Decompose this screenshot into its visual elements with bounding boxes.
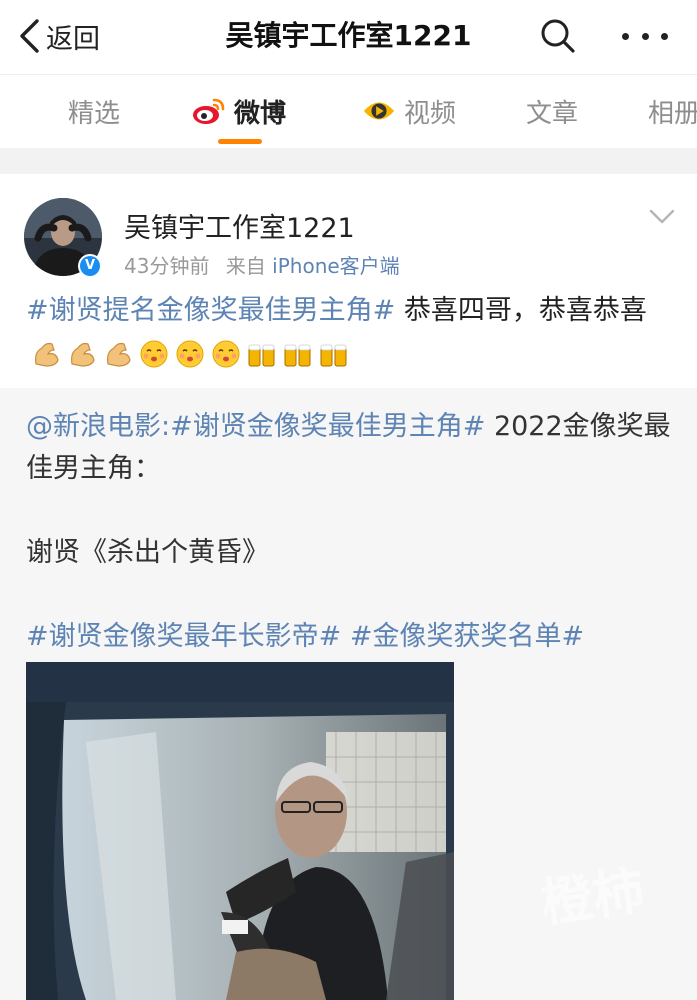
flex-icon <box>71 342 95 367</box>
emoji-row <box>30 338 354 370</box>
flex-icon <box>35 342 59 367</box>
author-name[interactable]: 吴镇宇工作室1221 <box>124 206 355 245</box>
tab-label: 相册 <box>648 98 697 129</box>
weibo-detail-screen: 返回 吴镇宇工作室1221 精选 微博 视频 文章 相册 V 吴镇宇工作室122… <box>0 0 697 1000</box>
video-eye-icon <box>363 102 395 120</box>
tab-label: 文章 <box>526 98 579 129</box>
kiss-icon <box>212 340 240 367</box>
chevron-down-icon[interactable] <box>648 208 676 226</box>
active-tab-indicator <box>218 139 262 144</box>
hashtag-link[interactable]: #谢贤金像奖最年长影帝# <box>26 621 341 652</box>
post-image[interactable] <box>26 662 454 1000</box>
top-nav-bar: 返回 吴镇宇工作室1221 <box>0 0 697 72</box>
car-photo <box>26 662 454 1000</box>
tab-label: 视频 <box>404 98 457 129</box>
search-icon <box>541 19 575 53</box>
page-title: 吴镇宇工作室1221 <box>225 19 472 52</box>
more-dot-icon <box>661 32 668 40</box>
post-meta: 43分钟前 来自 iPhone客户端 <box>124 250 400 279</box>
more-options-button[interactable] <box>620 16 670 56</box>
tab-weibo[interactable]: 微博 <box>192 75 286 147</box>
more-dot-icon <box>622 32 629 40</box>
tab-featured[interactable]: 精选 <box>68 75 120 147</box>
kiss-icon <box>176 340 204 367</box>
more-dot-icon <box>641 32 649 40</box>
hashtag-link[interactable]: #谢贤金像奖最佳男主角# <box>170 411 485 442</box>
post-text: 恭喜四哥，恭喜恭喜 <box>395 295 647 326</box>
repost-body: @新浪电影:#谢贤金像奖最佳男主角# 2022金像奖最佳男主角： 谢贤《杀出个黄… <box>26 406 676 658</box>
post-source[interactable]: iPhone客户端 <box>272 254 400 278</box>
hashtag-link[interactable]: #谢贤提名金像奖最佳男主角# <box>26 295 395 326</box>
watermark-logo: 橙柿 <box>536 860 649 935</box>
beer-icon <box>248 344 275 366</box>
tab-video[interactable]: 视频 <box>362 75 456 147</box>
tab-albums[interactable]: 相册 <box>648 75 697 147</box>
tab-label: 微博 <box>234 98 287 129</box>
section-divider <box>0 148 697 174</box>
verified-badge-icon: V <box>78 254 102 278</box>
repost-text: 谢贤《杀出个黄昏》 <box>26 537 269 568</box>
profile-tab-bar: 精选 微博 视频 文章 相册 <box>0 74 697 149</box>
beer-icon <box>320 344 347 366</box>
beer-icon <box>284 344 311 366</box>
post-body: #谢贤提名金像奖最佳男主角# 恭喜四哥，恭喜恭喜 <box>26 290 676 374</box>
post-time: 43分钟前 <box>124 254 210 278</box>
weibo-logo-icon <box>193 98 225 124</box>
search-button[interactable] <box>538 16 578 56</box>
tab-label: 精选 <box>68 98 121 129</box>
post-header: V 吴镇宇工作室1221 43分钟前 来自 iPhone客户端 <box>0 174 697 286</box>
tab-articles[interactable]: 文章 <box>526 75 578 147</box>
source-prefix: 来自 <box>225 254 266 278</box>
hashtag-link[interactable]: #金像奖获奖名单# <box>350 621 584 652</box>
kiss-icon <box>140 340 168 367</box>
flex-icon <box>107 342 131 367</box>
mention-link[interactable]: @新浪电影 <box>26 411 161 442</box>
mention-separator: : <box>161 411 171 442</box>
